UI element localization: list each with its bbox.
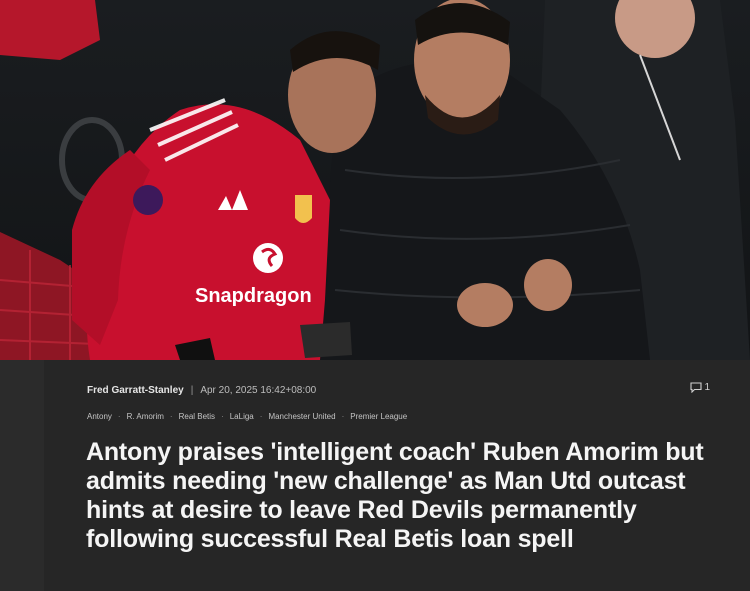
tag-link[interactable]: LaLiga: [230, 412, 254, 421]
tag-list: Antony · R. Amorim · Real Betis · LaLiga…: [87, 412, 407, 421]
tag-separator: ·: [117, 412, 121, 421]
background-sleeve: [0, 0, 100, 60]
hero-photo: Snapdragon: [0, 0, 750, 360]
meta-separator: |: [190, 384, 194, 396]
tag-separator: ·: [169, 412, 173, 421]
hero-photo-illustration: Snapdragon: [0, 0, 750, 360]
shirt-sponsor-text: Snapdragon: [195, 285, 312, 307]
author-name[interactable]: Fred Garratt-Stanley: [87, 385, 184, 396]
coach-hand-left: [457, 283, 513, 327]
tag-link[interactable]: Real Betis: [179, 412, 215, 421]
article-card: Fred Garratt-Stanley | Apr 20, 2025 16:4…: [44, 360, 750, 591]
tag-link[interactable]: Premier League: [350, 412, 407, 421]
tag-link[interactable]: R. Amorim: [127, 412, 164, 421]
premier-league-badge-icon: [133, 185, 163, 215]
tag-separator: ·: [259, 412, 263, 421]
tag-link[interactable]: Antony: [87, 412, 112, 421]
tag-link[interactable]: Manchester United: [268, 412, 335, 421]
comment-count: 1: [704, 382, 710, 393]
tag-separator: ·: [341, 412, 345, 421]
article-headline: Antony praises 'intelligent coach' Ruben…: [86, 438, 704, 553]
comment-icon: [690, 382, 702, 393]
player-glove: [300, 322, 352, 358]
coach-hand-right: [524, 259, 572, 311]
publish-date: Apr 20, 2025 16:42+08:00: [200, 384, 317, 396]
comments-link[interactable]: 1: [690, 382, 710, 393]
article-meta: Fred Garratt-Stanley | Apr 20, 2025 16:4…: [87, 382, 710, 398]
tag-separator: ·: [221, 412, 224, 421]
shirt-crest-icon: [295, 195, 312, 223]
